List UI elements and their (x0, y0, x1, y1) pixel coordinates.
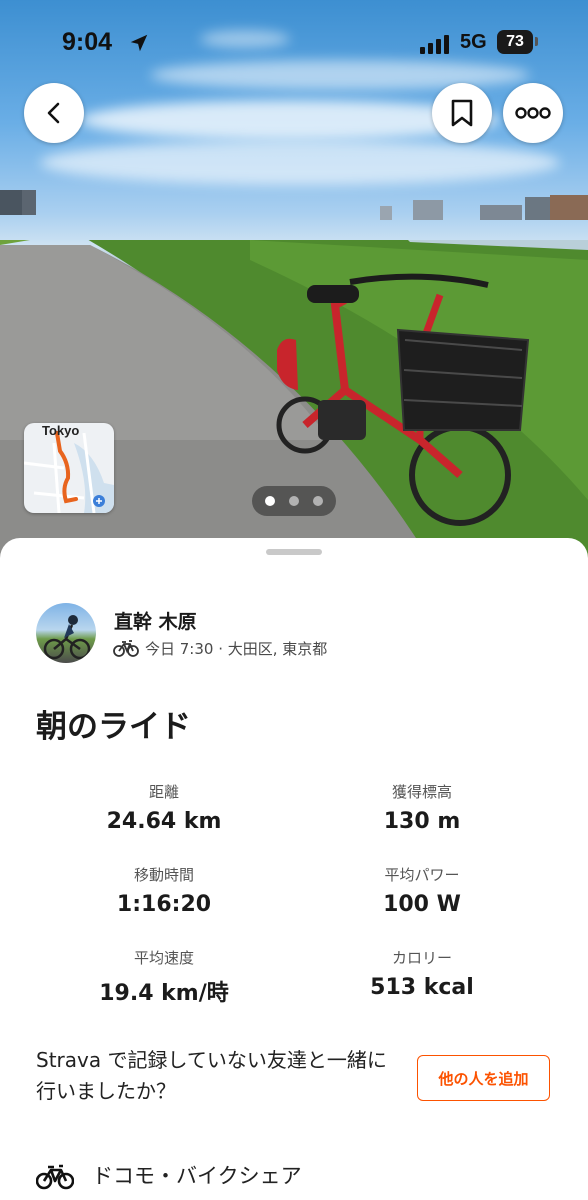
stat-distance: 距離 24.64 km (54, 781, 274, 834)
sheet-drag-handle[interactable] (266, 549, 322, 555)
stat-avg-speed: 平均速度 19.4 km/時 (54, 947, 274, 1007)
stat-moving-time: 移動時間 1:16:20 (54, 864, 274, 917)
carousel-dot[interactable] (313, 496, 323, 506)
stat-label: 平均パワー (384, 866, 460, 884)
stat-calories: カロリー 513 kcal (312, 947, 532, 1000)
avatar-photo (43, 615, 91, 660)
carousel-dot-active[interactable] (265, 496, 275, 506)
network-type: 5G (460, 31, 487, 53)
stat-avg-power: 平均パワー 100 W (312, 864, 532, 917)
stat-label: 獲得標高 (391, 783, 452, 801)
stat-value: 24.64 km (106, 809, 222, 834)
stat-value: 100 W (383, 892, 461, 917)
activity-title: 朝のライド (36, 709, 191, 745)
photo-cloud (40, 140, 560, 185)
activity-date-location: 今日 7:30 · 大田区, 東京都 (145, 640, 328, 658)
stat-label: 移動時間 (133, 866, 194, 884)
stat-value: 130 m (383, 809, 461, 834)
route-map-thumbnail[interactable]: Tokyo (24, 423, 114, 513)
bookmark-icon (451, 99, 473, 127)
activity-photo[interactable]: 9:04 5G 73 Tokyo (0, 0, 588, 560)
athlete-name[interactable]: 直幹 木原 (114, 607, 197, 634)
more-horizontal-icon (515, 107, 551, 119)
stat-value: 513 kcal (370, 975, 474, 1000)
stat-value: 1:16:20 (116, 892, 212, 917)
battery-icon: 73 (497, 30, 533, 54)
photo-carousel-indicator[interactable] (252, 486, 336, 516)
bookmark-button[interactable] (432, 83, 492, 143)
carousel-dot[interactable] (289, 496, 299, 506)
more-options-button[interactable] (503, 83, 563, 143)
status-time: 9:04 (62, 28, 113, 56)
battery-cap (535, 37, 538, 46)
status-bar: 9:04 5G 73 (0, 0, 588, 88)
cellular-signal-icon (420, 35, 449, 54)
stat-elevation: 獲得標高 130 m (312, 781, 532, 834)
stat-label: 距離 (148, 783, 179, 801)
stat-label: カロリー (391, 949, 452, 967)
back-button[interactable] (24, 83, 84, 143)
add-others-button[interactable]: 他の人を追加 (417, 1055, 550, 1101)
stat-label: 平均速度 (133, 949, 194, 967)
bicycle-icon (113, 640, 139, 657)
activity-detail-sheet: 直幹 木原 今日 7:30 · 大田区, 東京都 朝のライド 距離 24.64 … (0, 538, 588, 1200)
tag-friends-prompt: Strava で記録していない友達と一緒に行いましたか？ (36, 1048, 387, 1103)
location-arrow-icon (130, 34, 148, 52)
avatar[interactable] (36, 603, 96, 663)
bicycle-icon (36, 1164, 74, 1190)
chevron-left-icon (47, 102, 60, 124)
battery-level: 73 (506, 33, 524, 50)
photo-skyline (0, 190, 588, 220)
gear-name: ドコモ・バイクシェア (92, 1164, 302, 1188)
map-label: Tokyo (42, 423, 80, 438)
stat-value: 19.4 km/時 (99, 981, 229, 1006)
